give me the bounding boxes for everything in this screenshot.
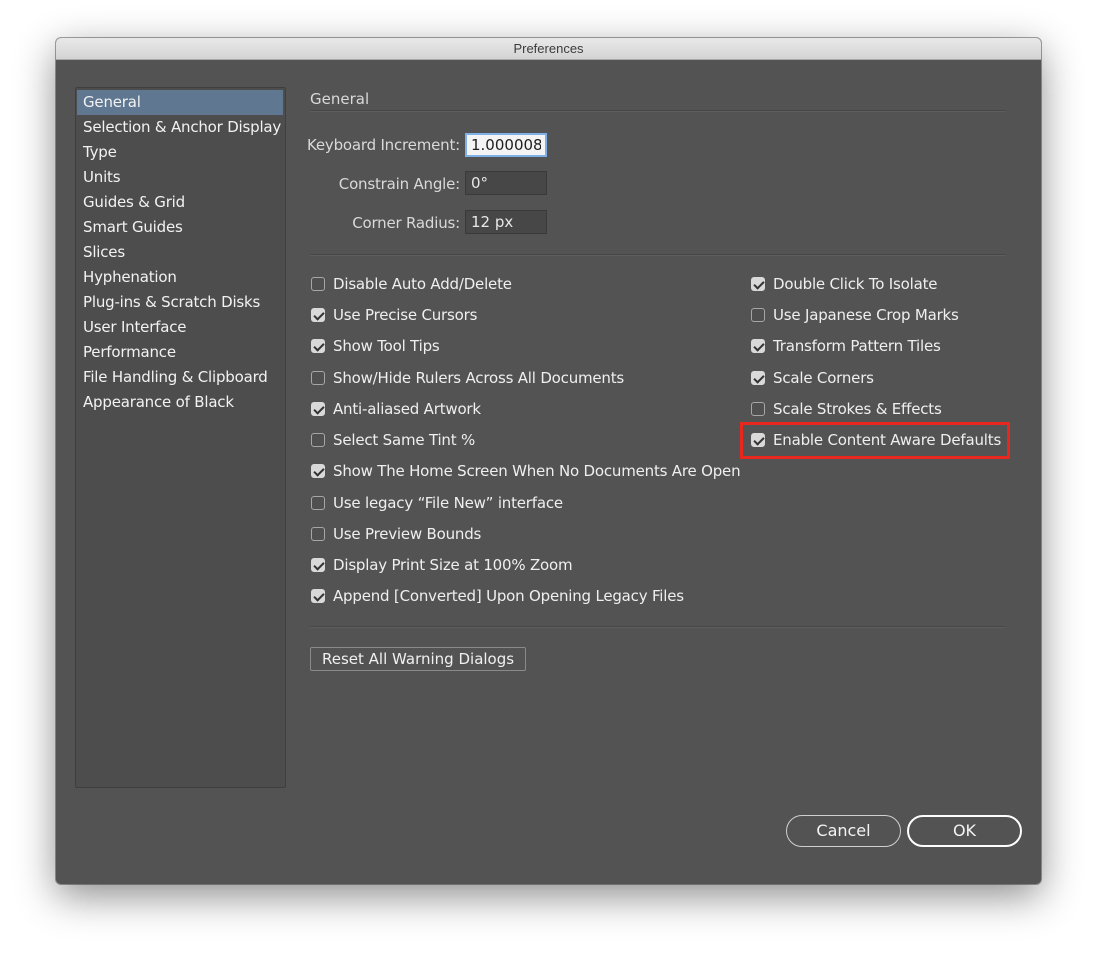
checkbox[interactable] [311,371,325,385]
checkbox[interactable] [311,558,325,572]
sidebar-item-slices[interactable]: Slices [77,240,283,265]
cancel-button[interactable]: Cancel [786,815,901,847]
window-title: Preferences [56,38,1041,60]
highlight-annotation [740,422,1010,459]
sidebar-item-type[interactable]: Type [77,140,283,165]
option-anti-aliased-artwork[interactable]: Anti-aliased Artwork [311,398,481,420]
corner-radius-label: Corner Radius: [352,214,460,232]
constrain-angle-label: Constrain Angle: [338,175,460,193]
checkbox[interactable] [311,589,325,603]
checkbox[interactable] [311,527,325,541]
sidebar-item-hyphenation[interactable]: Hyphenation [77,265,283,290]
checkbox[interactable] [311,464,325,478]
constrain-angle-input[interactable] [465,171,547,195]
sidebar-item-user-interface[interactable]: User Interface [77,315,283,340]
checkbox[interactable] [311,433,325,447]
option-use-preview-bounds[interactable]: Use Preview Bounds [311,523,481,545]
preferences-window: Preferences General Selection & Anchor D… [56,38,1041,884]
reset-warning-dialogs-button[interactable]: Reset All Warning Dialogs [310,647,527,671]
option-use-japanese-crop-marks[interactable]: Use Japanese Crop Marks [751,304,959,326]
corner-radius-input[interactable] [465,210,547,234]
checkbox[interactable] [751,371,765,385]
checkbox[interactable] [751,339,765,353]
checkbox[interactable] [311,308,325,322]
fields-divider [310,254,1006,256]
checkbox[interactable] [751,402,765,416]
sidebar-item-smart-guides[interactable]: Smart Guides [77,215,283,240]
option-use-legacy-file-new[interactable]: Use legacy “File New” interface [311,492,563,514]
options-divider [310,626,1006,628]
sidebar-item-units[interactable]: Units [77,165,283,190]
option-disable-auto-add-delete[interactable]: Disable Auto Add/Delete [311,273,512,295]
checkbox[interactable] [751,277,765,291]
sidebar-item-performance[interactable]: Performance [77,340,283,365]
sidebar-item-selection-anchor-display[interactable]: Selection & Anchor Display [77,115,283,140]
checkbox[interactable] [751,308,765,322]
sidebar: General Selection & Anchor Display Type … [75,87,286,788]
option-use-precise-cursors[interactable]: Use Precise Cursors [311,304,477,326]
sidebar-item-general[interactable]: General [77,90,283,115]
ok-button[interactable]: OK [907,815,1022,847]
option-show-tool-tips[interactable]: Show Tool Tips [311,335,440,357]
sidebar-item-guides-grid[interactable]: Guides & Grid [77,190,283,215]
option-select-same-tint[interactable]: Select Same Tint % [311,429,475,451]
option-transform-pattern-tiles[interactable]: Transform Pattern Tiles [751,335,941,357]
option-show-hide-rulers[interactable]: Show/Hide Rulers Across All Documents [311,367,624,389]
option-display-print-size[interactable]: Display Print Size at 100% Zoom [311,554,573,576]
option-scale-corners[interactable]: Scale Corners [751,367,874,389]
option-scale-strokes-effects[interactable]: Scale Strokes & Effects [751,398,942,420]
option-append-converted[interactable]: Append [Converted] Upon Opening Legacy F… [311,585,684,607]
title-divider [310,110,1006,112]
option-double-click-to-isolate[interactable]: Double Click To Isolate [751,273,937,295]
keyboard-increment-label: Keyboard Increment: [306,136,460,154]
checkbox[interactable] [311,402,325,416]
sidebar-item-file-handling-clipboard[interactable]: File Handling & Clipboard [77,365,283,390]
checkbox[interactable] [311,496,325,510]
checkbox[interactable] [311,277,325,291]
keyboard-increment-input[interactable] [465,133,547,157]
sidebar-item-plugins-scratch-disks[interactable]: Plug-ins & Scratch Disks [77,290,283,315]
section-title: General [310,90,370,108]
checkbox[interactable] [311,339,325,353]
option-show-home-screen[interactable]: Show The Home Screen When No Documents A… [311,460,741,482]
sidebar-item-appearance-of-black[interactable]: Appearance of Black [77,390,283,415]
